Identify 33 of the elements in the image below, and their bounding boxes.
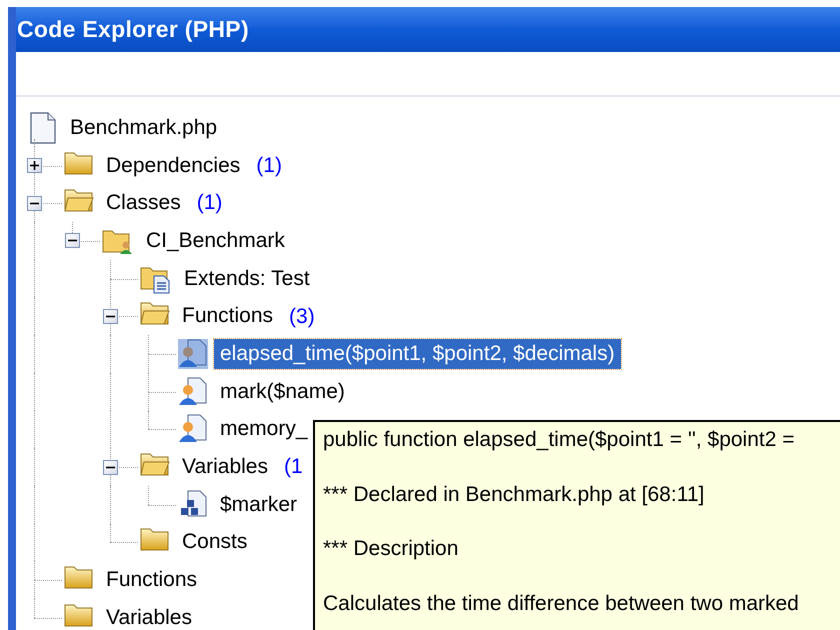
expander-toggle[interactable]: [27, 158, 42, 174]
expander-toggle[interactable]: [65, 233, 80, 248]
tree-item[interactable]: Functions: [176, 301, 280, 332]
tree-item[interactable]: Variables: [176, 452, 274, 482]
tooltip-text: Calculates the time difference between two marked: [323, 590, 800, 616]
tree-item[interactable]: mark($name): [214, 376, 351, 407]
window-title: Code Explorer (PHP): [17, 15, 249, 44]
tree-item[interactable]: CI_Benchmark: [140, 226, 291, 256]
item-count: (1): [256, 152, 282, 179]
tree-item[interactable]: Dependencies: [100, 150, 246, 181]
item-count: (1: [284, 454, 303, 480]
tree-item[interactable]: Extends: Test: [178, 264, 316, 294]
tooltip-text: *** Declared in Benchmark.php at [68:11]: [323, 482, 706, 508]
plus-icon: [30, 161, 39, 170]
tree-item[interactable]: $marker: [214, 490, 304, 520]
tree-item[interactable]: Benchmark.php: [64, 112, 224, 143]
person-page-icon: [178, 414, 208, 444]
expander-toggle[interactable]: [103, 308, 118, 324]
tree-item[interactable]: Variables: [100, 602, 198, 630]
item-count: (3): [289, 304, 315, 330]
person-page-icon: [178, 338, 208, 369]
expander-toggle[interactable]: [103, 460, 118, 475]
tree-item[interactable]: Consts: [176, 527, 254, 558]
expander-toggle[interactable]: [27, 196, 42, 211]
tooltip-text: *** Description: [323, 536, 460, 562]
tree-item[interactable]: elapsed_time($point1, $point2, $decimals): [214, 338, 621, 369]
tree-item[interactable]: Functions: [100, 565, 204, 596]
item-count: (1): [196, 190, 222, 216]
file-icon: [30, 112, 56, 144]
tree-item[interactable]: memory_: [214, 414, 314, 444]
person-page-icon: [178, 376, 208, 407]
tooltip-text: public function elapsed_time($point1 = '', $point2 =: [323, 427, 796, 453]
tree-item[interactable]: Classes: [100, 188, 187, 218]
